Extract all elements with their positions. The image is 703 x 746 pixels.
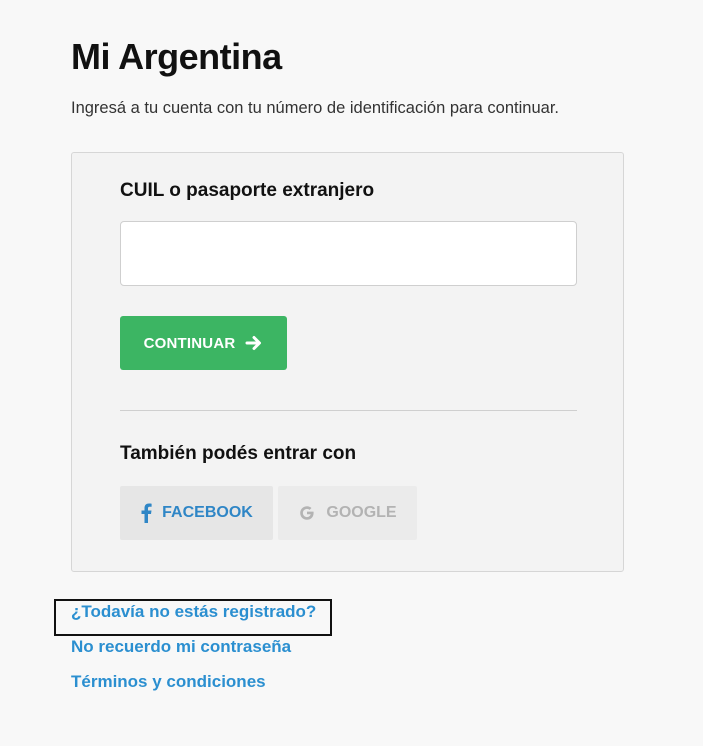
page-title: Mi Argentina <box>71 36 282 77</box>
continue-button[interactable]: CONTINUAR <box>120 316 287 370</box>
page-subtitle: Ingresá a tu cuenta con tu número de ide… <box>71 99 559 117</box>
facebook-icon <box>140 503 152 523</box>
google-login-label: GOOGLE <box>326 504 397 521</box>
register-link[interactable]: ¿Todavía no estás registrado? <box>71 602 316 622</box>
terms-link[interactable]: Términos y condiciones <box>71 672 316 692</box>
login-card: CUIL o pasaporte extranjero CONTINUAR Ta… <box>71 152 624 572</box>
google-icon <box>298 504 316 522</box>
footer-links: ¿Todavía no estás registrado? No recuerd… <box>71 602 316 707</box>
divider <box>120 410 577 411</box>
cuil-input[interactable] <box>120 221 577 286</box>
facebook-login-label: FACEBOOK <box>162 504 253 521</box>
arrow-right-icon <box>245 334 263 352</box>
continue-button-label: CONTINUAR <box>143 334 236 352</box>
cuil-field-label: CUIL o pasaporte extranjero <box>120 180 375 201</box>
facebook-login-button[interactable]: FACEBOOK <box>120 486 273 540</box>
forgot-password-link[interactable]: No recuerdo mi contraseña <box>71 637 316 657</box>
alt-login-label: También podés entrar con <box>120 443 357 464</box>
google-login-button[interactable]: GOOGLE <box>278 486 417 540</box>
